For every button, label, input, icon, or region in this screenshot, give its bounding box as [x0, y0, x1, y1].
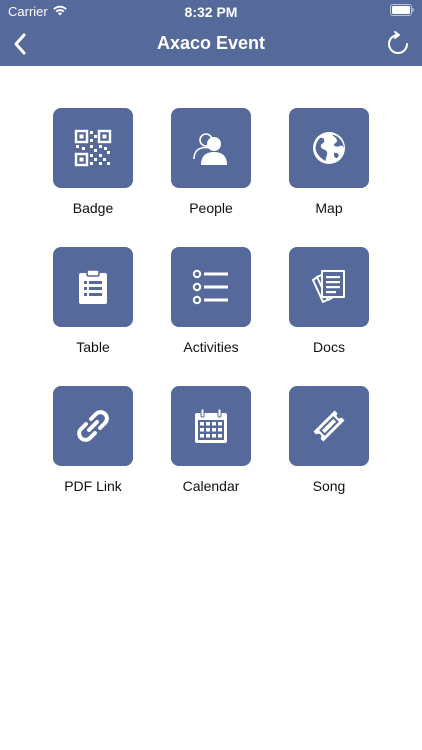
tile-label: People [189, 200, 233, 216]
tile-people[interactable]: People [156, 108, 266, 218]
tile-label: Activities [183, 339, 239, 355]
tile-label: Docs [313, 339, 345, 355]
ticket-icon [313, 410, 345, 442]
tile-label: Table [76, 339, 110, 355]
tile-label: PDF Link [64, 478, 122, 494]
tile-label: Song [312, 478, 346, 494]
link-icon [77, 410, 109, 442]
page-title: Axaco Event [156, 33, 266, 53]
qr-code-icon [74, 129, 112, 167]
tile-calendar[interactable]: Calendar [156, 386, 266, 496]
tile-song[interactable]: Song [274, 386, 384, 496]
battery-icon [390, 4, 414, 16]
tile-label: Calendar [182, 478, 240, 494]
tile-docs[interactable]: Docs [274, 247, 384, 357]
clipboard-icon [79, 269, 107, 304]
documents-icon [312, 270, 345, 303]
status-bar: Carrier 8:32 PM [0, 0, 422, 22]
people-icon [193, 133, 227, 165]
tile-activities[interactable]: Activities [156, 247, 266, 357]
tile-table[interactable]: Table [38, 247, 148, 357]
nav-bar: Axaco Event [0, 22, 422, 66]
refresh-button[interactable] [384, 30, 412, 58]
app-header: Carrier 8:32 PM Axaco Event [0, 0, 422, 66]
tile-label: Map [315, 200, 343, 216]
tile-label: Badge [72, 200, 114, 216]
status-time: 8:32 PM [184, 4, 238, 20]
globe-icon [313, 132, 345, 164]
tile-badge[interactable]: Badge [38, 108, 148, 218]
tile-map[interactable]: Map [274, 108, 384, 218]
list-icon [192, 269, 228, 305]
calendar-icon [195, 408, 227, 443]
tile-pdf-link[interactable]: PDF Link [38, 386, 148, 496]
